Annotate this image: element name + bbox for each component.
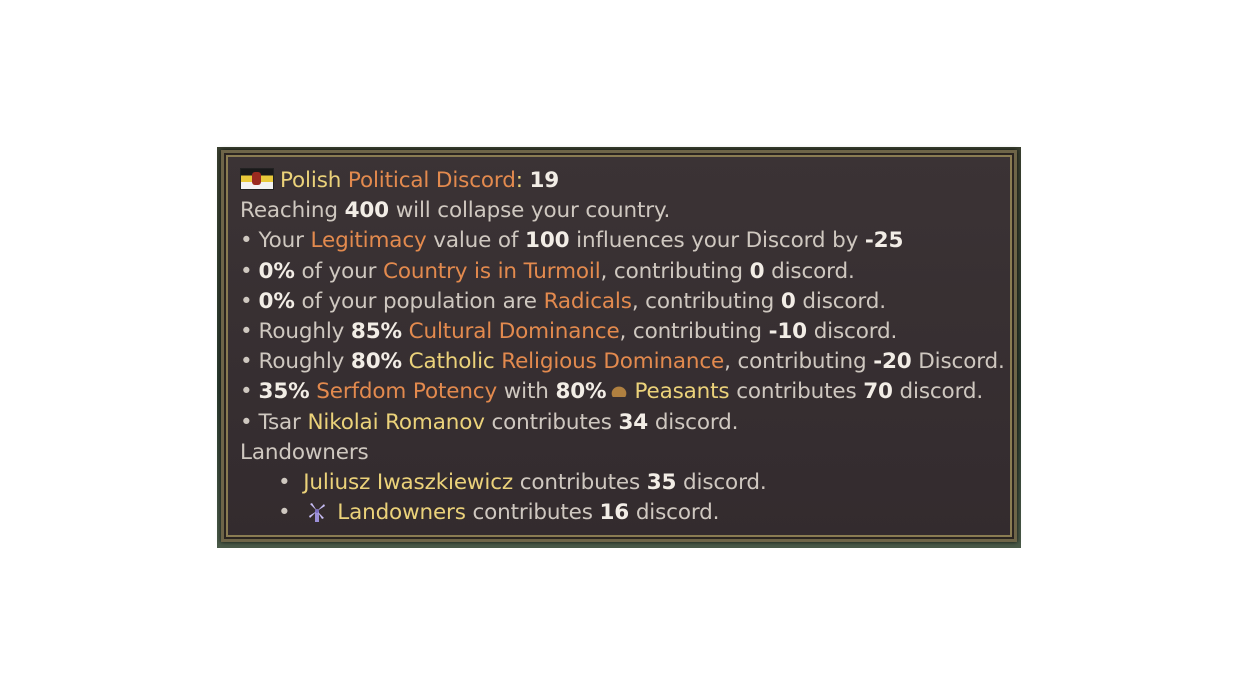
character-name[interactable]: Juliusz Iwaszkiewicz (303, 470, 513, 495)
item-value: 16 (599, 500, 630, 526)
cultural-term[interactable]: Cultural Dominance (409, 319, 620, 344)
cultural-mid: , contributing (619, 318, 763, 344)
serfdom-pct: 35% (258, 379, 310, 405)
turmoil-mid: , contributing (600, 258, 744, 284)
bullet: • (240, 228, 253, 254)
religious-term[interactable]: Religious Dominance (501, 349, 724, 374)
ruler-post: discord. (654, 409, 739, 435)
list-item: • Landowners contributes 16 discord. (240, 498, 1004, 528)
interest-group-name[interactable]: Landowners (337, 500, 466, 525)
religion-name[interactable]: Catholic (409, 349, 495, 374)
bullet: • (240, 349, 253, 375)
ruler-name[interactable]: Nikolai Romanov (307, 410, 485, 435)
group-header: Landowners (240, 439, 369, 465)
serfdom-post2: discord. (899, 379, 984, 405)
turmoil-value: 0 (749, 258, 765, 284)
serfdom-value: 70 (863, 379, 893, 405)
bullet: • (278, 500, 291, 526)
peasants-pct: 80% (555, 379, 607, 405)
bullet: • (278, 469, 291, 495)
tooltip-content: Polish Political Discord: 19 Reaching 40… (240, 166, 1005, 528)
serfdom-mid: with (503, 379, 549, 405)
discord-value: 19 (529, 168, 560, 193)
list-item: • Juliusz Iwaszkiewicz contributes 35 di… (240, 468, 1004, 498)
country-name: Polish (280, 168, 342, 193)
bullet: • (240, 379, 253, 405)
warning-pre: Reaching (240, 198, 338, 224)
religious-mid: , contributing (724, 349, 867, 375)
radicals-pre: of your population are (301, 288, 537, 314)
turmoil-pct: 0% (258, 258, 295, 284)
cultural-pre: Roughly (258, 318, 345, 344)
turmoil-pre: of your (301, 258, 377, 284)
collapse-warning: Reaching 400 will collapse your country. (240, 196, 1004, 226)
warning-post: will collapse your country. (395, 198, 671, 224)
poland-flag-icon (240, 168, 274, 190)
turmoil-line: • 0% of your Country is in Turmoil, contr… (240, 257, 1004, 287)
legitimacy-delta: -25 (864, 228, 904, 254)
cultural-value: -10 (768, 318, 808, 344)
serfdom-term[interactable]: Serfdom Potency (316, 379, 497, 404)
cultural-post: discord. (813, 318, 898, 344)
collapse-threshold: 400 (344, 198, 390, 224)
cultural-line: • Roughly 85% Cultural Dominance, contrib… (240, 317, 1004, 347)
turmoil-post: discord. (771, 258, 855, 284)
item-mid: contributes (519, 469, 641, 495)
radicals-term[interactable]: Radicals (544, 289, 632, 314)
legitimacy-mid: value of (433, 228, 519, 254)
title-colon: : (515, 168, 523, 193)
religious-line: • Roughly 80% Catholic Religious Dominanc… (240, 347, 1005, 377)
legitimacy-value: 100 (525, 228, 570, 254)
bullet: • (240, 288, 253, 314)
radicals-post: discord. (802, 288, 886, 314)
legitimacy-post: influences your Discord by (576, 228, 859, 254)
windmill-icon (309, 503, 326, 523)
religious-pre: Roughly (258, 349, 345, 375)
religious-post: Discord. (918, 349, 1005, 375)
serfdom-line: • 35% Serfdom Potency with 80% Peasants co… (240, 377, 1004, 407)
radicals-mid: , contributing (631, 288, 775, 314)
radicals-value: 0 (780, 288, 796, 314)
ruler-title: Tsar (258, 409, 301, 435)
item-value: 35 (646, 469, 677, 495)
radicals-pct: 0% (258, 288, 295, 314)
legitimacy-term[interactable]: Legitimacy (311, 228, 427, 253)
item-mid: contributes (472, 500, 593, 526)
tooltip-title: Polish Political Discord: 19 (240, 166, 1004, 196)
ruler-line: • Tsar Nikolai Romanov contributes 34 dis… (240, 408, 1004, 438)
cultural-pct: 85% (350, 318, 402, 344)
discord-term[interactable]: Political Discord (348, 168, 516, 193)
legitimacy-line: • Your Legitimacy value of 100 influences… (240, 226, 1004, 256)
political-discord-tooltip: Polish Political Discord: 19 Reaching 40… (221, 150, 1017, 542)
bullet: • (240, 258, 253, 284)
bullet: • (240, 318, 253, 344)
bullet: • (240, 409, 253, 435)
radicals-line: • 0% of your population are Radicals, con… (240, 287, 1004, 317)
turmoil-term[interactable]: Country is in Turmoil (383, 259, 601, 284)
serfdom-post1: contributes (736, 379, 857, 405)
item-post: discord. (635, 500, 720, 526)
item-post: discord. (683, 469, 767, 495)
ruler-value: 34 (618, 409, 649, 435)
peasants-link[interactable]: Peasants (634, 379, 729, 404)
legitimacy-pre: Your (258, 228, 304, 254)
peasants-icon (610, 385, 629, 398)
religious-pct: 80% (350, 349, 402, 375)
religious-value: -20 (873, 349, 912, 375)
ruler-mid: contributes (491, 409, 612, 435)
